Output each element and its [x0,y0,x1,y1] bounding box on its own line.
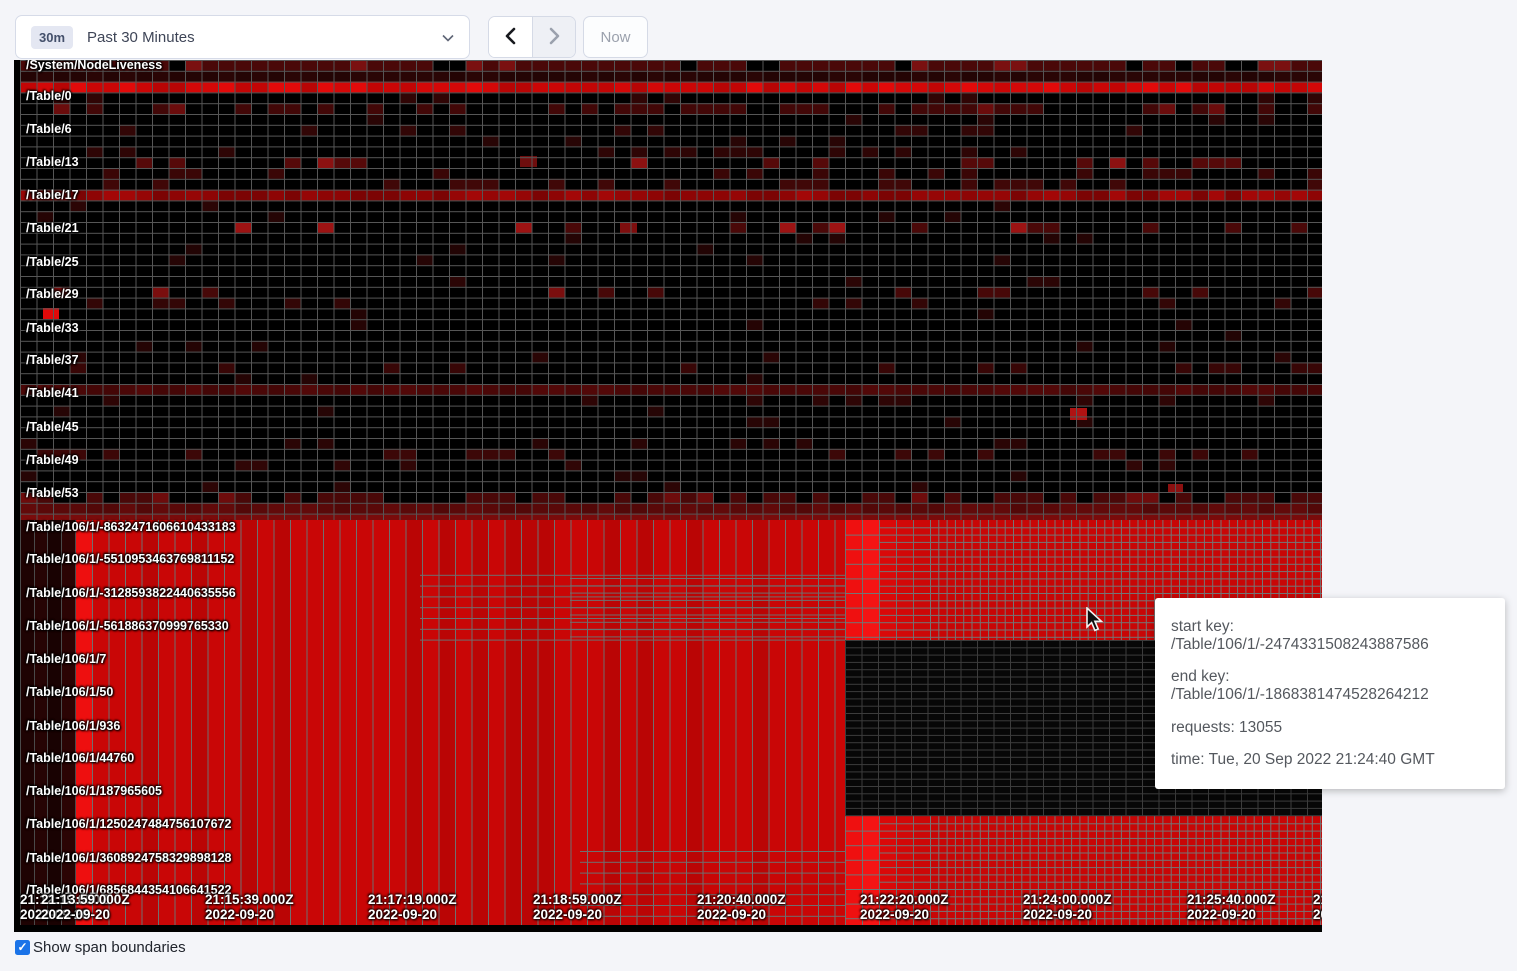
key-visualizer-canvas[interactable]: /System/NodeLiveness/Table/0/Table/6/Tab… [14,60,1322,932]
range-tooltip: start key: /Table/106/1/-247433150824388… [1155,598,1505,789]
tooltip-time: time: Tue, 20 Sep 2022 21:24:40 GMT [1171,751,1489,769]
tooltip-requests: requests: 13055 [1171,719,1489,737]
time-window-dropdown[interactable]: 30m Past 30 Minutes [15,15,470,59]
heatmap-svg [14,60,1322,932]
show-span-boundaries-label: Show span boundaries [33,939,186,956]
show-span-boundaries-row[interactable]: ✓ Show span boundaries [15,939,186,956]
chevron-right-icon [546,27,562,48]
now-button[interactable]: Now [583,16,648,58]
tooltip-end-key: end key: /Table/106/1/-18683814745282642… [1171,668,1489,704]
next-window-button[interactable] [532,17,575,57]
time-window-label: Past 30 Minutes [87,29,195,46]
toolbar: 30m Past 30 Minutes Now [0,0,1517,60]
chevron-down-icon [441,31,455,45]
time-nav-group [488,16,576,58]
prev-window-button[interactable] [489,17,532,57]
show-span-boundaries-checkbox[interactable]: ✓ [15,940,30,955]
time-window-badge: 30m [31,26,73,49]
chevron-left-icon [503,27,519,48]
tooltip-start-key: start key: /Table/106/1/-247433150824388… [1171,618,1489,654]
